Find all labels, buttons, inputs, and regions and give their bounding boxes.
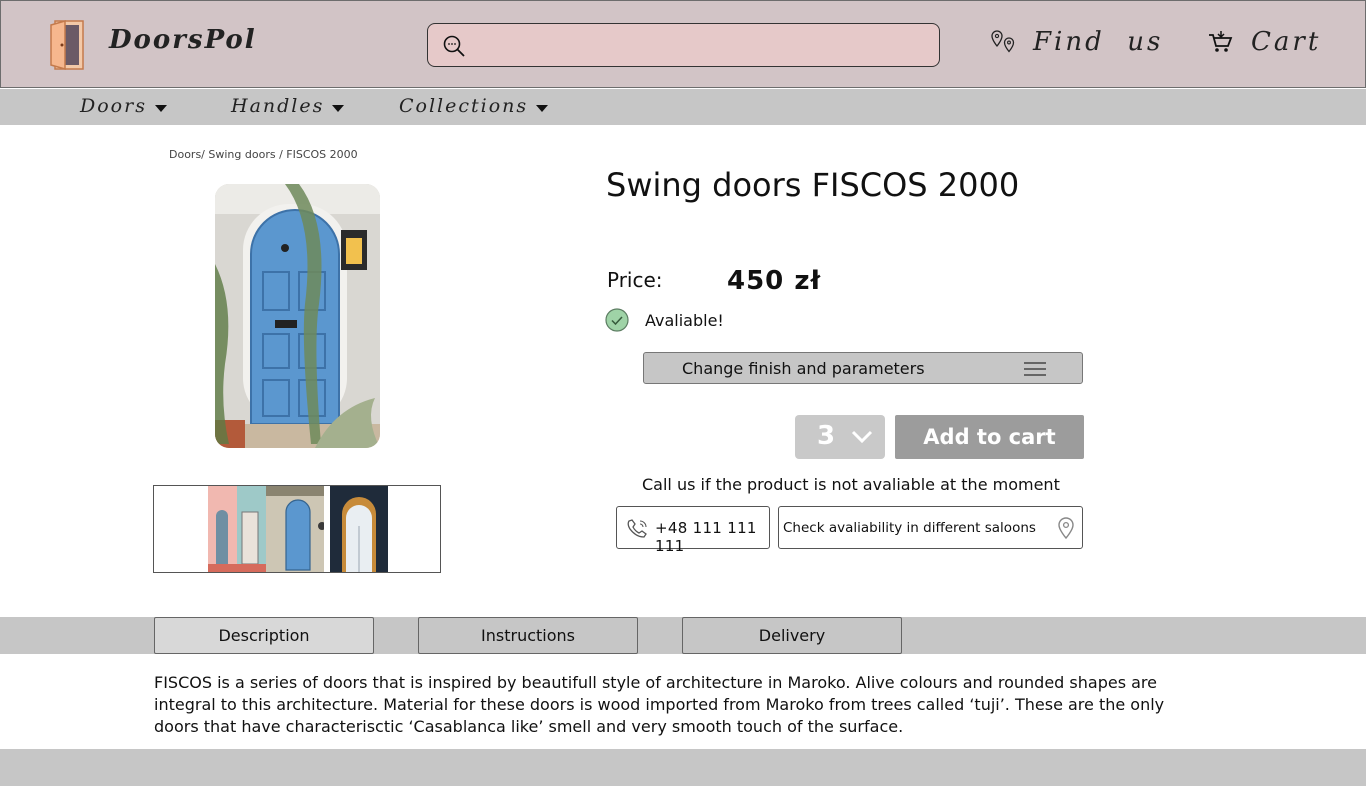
tab-delivery[interactable]: Delivery xyxy=(682,617,902,654)
availability-status: Avaliable! xyxy=(645,311,724,330)
nav-item-collections[interactable]: Collections xyxy=(399,95,549,117)
find-us-link[interactable]: Find us xyxy=(989,27,1163,57)
nav-item-label: Collections xyxy=(399,95,529,117)
product-title: Swing doors FISCOS 2000 xyxy=(606,166,1020,204)
phone-icon xyxy=(627,519,647,538)
cart-label[interactable]: Cart xyxy=(1251,27,1321,57)
nav-item-label: Doors xyxy=(80,95,147,117)
site-header: DoorsPol Find us Cart xyxy=(0,0,1366,88)
footer-bar xyxy=(0,749,1366,786)
main-nav: Doors Handles Collections xyxy=(0,89,1366,125)
location-pin-icon xyxy=(1058,517,1074,539)
product-tabs: Description Instructions Delivery xyxy=(0,617,1366,654)
phone-number: +48 111 111 111 xyxy=(655,519,757,555)
find-us-label[interactable]: Find us xyxy=(1033,27,1163,57)
tab-instructions[interactable]: Instructions xyxy=(418,617,638,654)
tab-description[interactable]: Description xyxy=(154,617,374,654)
quantity-select[interactable]: 3 xyxy=(795,415,885,459)
change-finish-button[interactable]: Change finish and parameters xyxy=(643,352,1083,384)
breadcrumb[interactable]: Doors/ Swing doors / FISCOS 2000 xyxy=(169,148,358,161)
product-main-image[interactable] xyxy=(215,184,380,448)
thumbnail-blue-door[interactable] xyxy=(266,486,324,572)
check-availability-button[interactable]: Check avaliability in different saloons xyxy=(778,506,1083,549)
nav-item-handles[interactable]: Handles xyxy=(231,95,345,117)
thumbnail-pink-door[interactable] xyxy=(208,486,266,572)
brand-name[interactable]: DoorsPol xyxy=(109,25,257,55)
caret-down-icon xyxy=(332,104,345,112)
phone-button[interactable]: +48 111 111 111 xyxy=(616,506,770,555)
nav-item-doors[interactable]: Doors xyxy=(80,95,167,117)
quantity-value: 3 xyxy=(817,421,836,451)
blue-door-photo xyxy=(215,184,380,448)
nav-item-label: Handles xyxy=(231,95,325,117)
check-availability-label: Check avaliability in different saloons xyxy=(783,520,1036,536)
check-circle-icon xyxy=(605,308,629,332)
price-label: Price: xyxy=(607,268,663,292)
price-value: 450 zł xyxy=(727,266,822,296)
search-icon[interactable] xyxy=(442,34,466,58)
door-icon xyxy=(50,20,84,70)
caret-down-icon xyxy=(154,104,167,112)
product-description: FISCOS is a series of doors that is insp… xyxy=(154,673,1165,736)
change-finish-label: Change finish and parameters xyxy=(682,359,925,378)
location-pins-icon xyxy=(991,30,1015,53)
menu-icon xyxy=(1024,362,1046,376)
add-to-cart-button[interactable]: Add to cart xyxy=(895,415,1084,459)
chevron-down-icon xyxy=(851,430,873,444)
thumbnail-strip xyxy=(153,485,441,573)
search-input[interactable] xyxy=(476,32,926,58)
cart-icon xyxy=(1209,31,1233,52)
caret-down-icon xyxy=(536,104,549,112)
search-bar[interactable] xyxy=(427,23,940,67)
call-us-text: Call us if the product is not avaliable … xyxy=(642,475,1060,494)
cart-link[interactable]: Cart xyxy=(1207,27,1321,57)
thumbnail-white-door[interactable] xyxy=(330,486,388,572)
